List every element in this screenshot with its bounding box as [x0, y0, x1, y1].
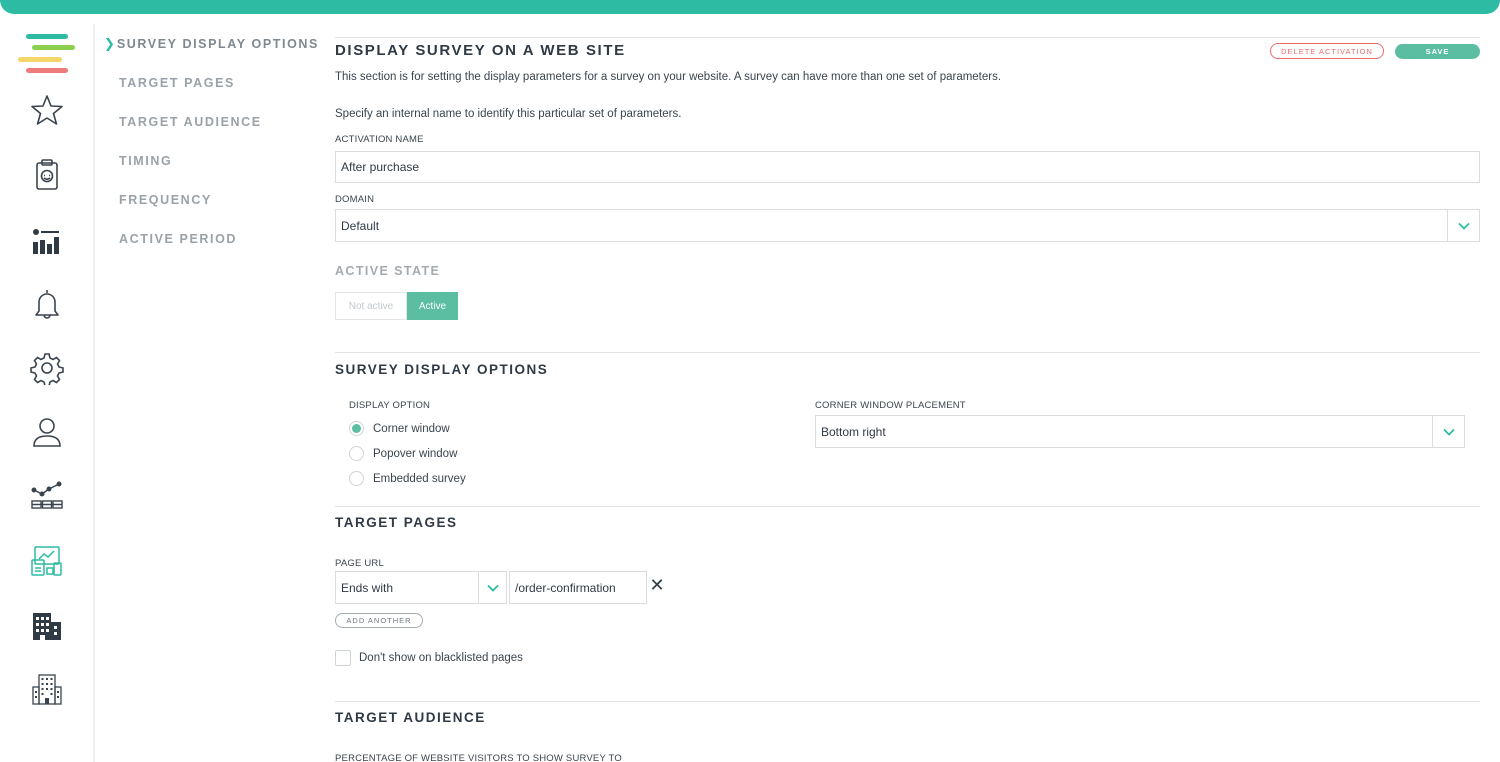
section-nav-active-period[interactable]: ACTIVE PERIOD [104, 229, 319, 249]
remove-url-close-icon[interactable]: ✕ [649, 575, 665, 595]
radio-corner-window[interactable]: Corner window [349, 421, 450, 436]
main-content: DISPLAY SURVEY ON A WEB SITE DELETE ACTI… [335, 0, 1480, 762]
logo-icon[interactable] [18, 34, 78, 78]
chevron-down-icon[interactable] [1432, 415, 1465, 448]
save-button[interactable]: SAVE [1395, 44, 1480, 59]
visitor-percentage-label: PERCENTAGE OF WEBSITE VISITORS TO SHOW S… [335, 753, 622, 762]
gear-icon[interactable] [29, 350, 65, 386]
website-devices-icon[interactable] [29, 543, 65, 579]
section-nav-target-pages[interactable]: TARGET PAGES [104, 73, 319, 93]
star-icon[interactable] [29, 92, 65, 128]
display-option-label: DISPLAY OPTION [349, 400, 431, 411]
icon-sidebar [0, 14, 94, 762]
checkbox-icon[interactable] [335, 650, 351, 666]
section-nav-timing[interactable]: TIMING [104, 151, 319, 171]
target-pages-heading: TARGET PAGES [335, 515, 458, 530]
user-icon[interactable] [29, 414, 65, 450]
active-state-heading: ACTIVE STATE [335, 264, 441, 278]
chevron-right-icon: ❯ [104, 36, 117, 51]
domain-label: DOMAIN [335, 194, 375, 205]
section-divider [335, 352, 1480, 353]
blacklist-checkbox-row[interactable]: Don't show on blacklisted pages [335, 650, 523, 666]
survey-display-options-heading: SURVEY DISPLAY OPTIONS [335, 362, 549, 377]
section-description: This section is for setting the display … [335, 71, 1002, 83]
activation-name-label: ACTIVATION NAME [335, 134, 424, 145]
section-nav-survey-display-options[interactable]: ❯ SURVEY DISPLAY OPTIONS [104, 34, 319, 54]
radio-unchecked-icon [349, 446, 364, 461]
corner-placement-label: CORNER WINDOW PLACEMENT [815, 400, 966, 411]
radio-unchecked-icon [349, 471, 364, 486]
section-divider [335, 701, 1480, 702]
sidebar-divider [93, 24, 95, 762]
chevron-down-icon[interactable] [1447, 209, 1480, 242]
section-nav-target-audience[interactable]: TARGET AUDIENCE [104, 112, 319, 132]
domain-select[interactable]: Default [335, 209, 1480, 242]
chevron-down-icon[interactable] [478, 571, 507, 604]
target-audience-heading: TARGET AUDIENCE [335, 710, 486, 725]
office-tower-icon[interactable] [29, 672, 65, 708]
survey-clipboard-icon[interactable] [29, 157, 65, 193]
corner-placement-select[interactable]: Bottom right [815, 415, 1465, 448]
section-nav: ❯ SURVEY DISPLAY OPTIONS TARGET PAGES TA… [104, 34, 319, 268]
analytics-flow-icon[interactable] [29, 479, 65, 515]
bell-icon[interactable] [29, 286, 65, 322]
page-title: DISPLAY SURVEY ON A WEB SITE [335, 42, 626, 59]
building-icon[interactable] [29, 608, 65, 644]
radio-embedded-survey[interactable]: Embedded survey [349, 471, 466, 486]
url-match-select[interactable]: Ends with [335, 571, 507, 604]
not-active-option[interactable]: Not active [335, 292, 407, 320]
report-chart-icon[interactable] [29, 222, 65, 258]
section-divider [335, 506, 1480, 507]
radio-popover-window[interactable]: Popover window [349, 446, 457, 461]
name-hint: Specify an internal name to identify thi… [335, 108, 682, 120]
active-option[interactable]: Active [407, 292, 458, 320]
activation-name-input[interactable]: After purchase [335, 151, 1480, 183]
radio-checked-icon [349, 421, 364, 436]
active-state-toggle: Not active Active [335, 292, 458, 320]
page-url-label: PAGE URL [335, 558, 384, 569]
section-nav-frequency[interactable]: FREQUENCY [104, 190, 319, 210]
page-url-input[interactable]: /order-confirmation [509, 571, 647, 604]
header-divider [335, 37, 1480, 38]
add-another-button[interactable]: ADD ANOTHER [335, 613, 423, 628]
delete-activation-button[interactable]: DELETE ACTIVATION [1270, 43, 1384, 59]
